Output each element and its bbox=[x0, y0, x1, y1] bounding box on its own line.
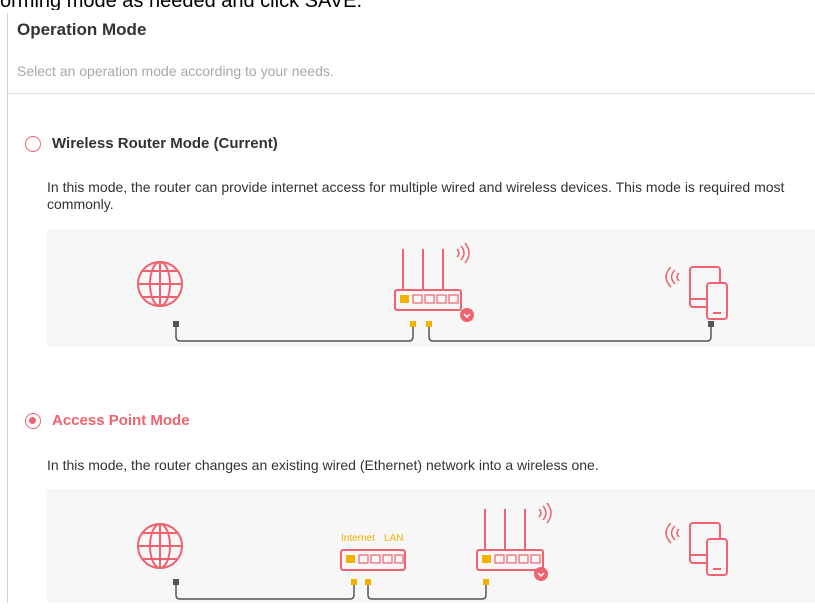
header-divider bbox=[8, 93, 815, 94]
cable-connectors bbox=[173, 579, 489, 585]
devices-icon bbox=[665, 266, 728, 320]
globe-icon bbox=[137, 523, 183, 569]
globe-icon bbox=[137, 261, 183, 307]
modem-icon bbox=[340, 549, 406, 571]
devices-icon bbox=[665, 522, 728, 576]
network-cables bbox=[175, 582, 487, 600]
internet-port-label: Internet bbox=[341, 533, 375, 544]
network-cables bbox=[175, 324, 712, 342]
wireless-router-mode-diagram bbox=[47, 229, 815, 347]
access-point-mode-diagram: Internet LAN bbox=[47, 489, 815, 603]
page-subtitle: Select an operation mode according to yo… bbox=[17, 63, 334, 79]
access-point-mode-description: In this mode, the router changes an exis… bbox=[47, 457, 599, 473]
cable-connectors bbox=[173, 321, 714, 327]
page-title: Operation Mode bbox=[17, 20, 147, 39]
wireless-router-mode-description: In this mode, the router can provide int… bbox=[47, 179, 785, 212]
router-ports bbox=[400, 294, 459, 304]
access-point-mode-label[interactable]: Access Point Mode bbox=[52, 412, 190, 429]
access-point-diagram-svg: Internet LAN bbox=[137, 502, 728, 600]
operation-mode-panel: Operation Mode Select an operation mode … bbox=[7, 13, 815, 603]
wireless-router-mode-radio[interactable] bbox=[25, 136, 41, 152]
cropped-instruction-text: orming mode as needed and click SAVE. bbox=[0, 0, 815, 10]
power-icon bbox=[460, 308, 474, 322]
router-ports bbox=[482, 554, 541, 564]
wireless-router-mode-label[interactable]: Wireless Router Mode (Current) bbox=[52, 135, 278, 152]
power-icon bbox=[534, 567, 548, 581]
access-point-mode-radio[interactable] bbox=[25, 413, 41, 429]
lan-port-label: LAN bbox=[384, 533, 403, 544]
wireless-router-diagram-svg bbox=[137, 242, 728, 342]
